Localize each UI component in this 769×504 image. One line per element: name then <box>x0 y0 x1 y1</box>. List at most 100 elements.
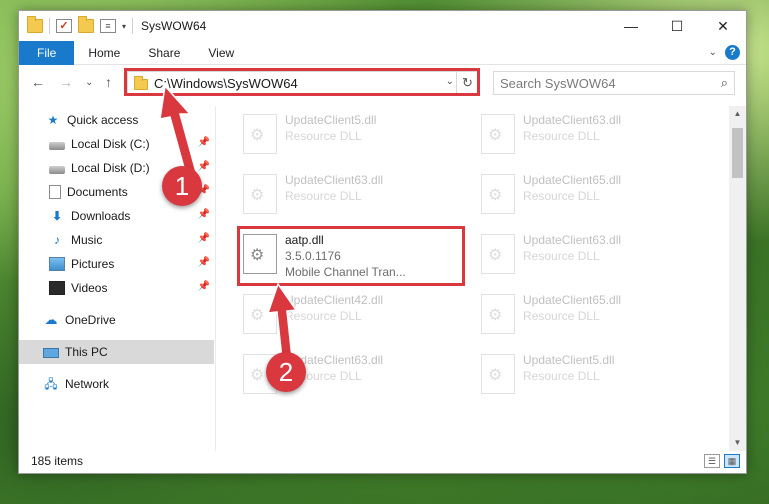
network-icon: 🖧 <box>44 377 58 391</box>
folder-icon <box>27 16 43 33</box>
search-input[interactable]: Search SysWOW64 ⌕ <box>493 71 735 95</box>
address-bar[interactable]: C:\Windows\SysWOW64 ⌄ ↻ <box>127 71 479 95</box>
scroll-thumb[interactable] <box>732 128 743 178</box>
file-name: UpdateClient5.dll <box>285 113 377 127</box>
drive-icon <box>49 165 65 174</box>
tiles-view-icon[interactable]: ▦ <box>724 454 740 468</box>
this-pc-icon <box>43 348 59 358</box>
ribbon-controls: ⌄ ? <box>709 45 740 60</box>
vertical-scrollbar[interactable]: ▲ ▼ <box>729 106 746 451</box>
title-bar: ✓ ≡ ▾ SysWOW64 — ☐ ✕ <box>19 11 746 41</box>
minimize-button[interactable]: — <box>608 11 654 41</box>
file-tile[interactable]: UpdateClient65.dll Resource DLL <box>477 290 697 342</box>
file-tile[interactable]: UpdateClient5.dll Resource DLL <box>239 110 459 162</box>
sidebar-item-local-disk-c[interactable]: Local Disk (C:) 📌 <box>19 132 214 156</box>
pin-icon[interactable]: 📌 <box>198 161 210 172</box>
file-name: UpdateClient63.dll <box>285 173 384 187</box>
file-description: Resource DLL <box>523 309 600 323</box>
sidebar-item-label: OneDrive <box>65 313 116 327</box>
file-tile[interactable]: UpdateClient5.dll Resource DLL <box>477 350 697 402</box>
downloads-icon: ⬇ <box>51 209 63 223</box>
ribbon-tabs: File Home Share View ⌄ ? <box>19 40 746 65</box>
file-tile[interactable]: UpdateClient63.dll Resource DLL <box>239 170 459 222</box>
music-icon: ♪ <box>54 233 60 247</box>
file-tile[interactable]: UpdateClient42.dll Resource DLL <box>239 290 459 342</box>
sidebar-item-onedrive[interactable]: ☁ OneDrive <box>19 308 214 332</box>
sidebar-item-label: Quick access <box>67 113 139 127</box>
search-icon[interactable]: ⌕ <box>721 75 728 91</box>
tab-view[interactable]: View <box>194 41 248 65</box>
forward-button[interactable]: → <box>59 74 73 90</box>
sidebar-item-label: This PC <box>65 345 108 359</box>
tab-file[interactable]: File <box>19 40 75 65</box>
videos-icon <box>49 281 65 295</box>
dll-file-icon <box>481 114 515 154</box>
file-description: Resource DLL <box>523 369 600 383</box>
file-description: Resource DLL <box>285 369 362 383</box>
sidebar-item-label: Music <box>71 233 103 247</box>
file-description: Resource DLL <box>285 309 362 323</box>
file-name: UpdateClient63.dll <box>523 113 622 127</box>
file-tile[interactable]: UpdateClient63.dll Resource DLL <box>239 350 459 402</box>
sidebar-item-music[interactable]: ♪ Music 📌 <box>19 228 214 252</box>
file-list: UpdateClient5.dll Resource DLL UpdateCli… <box>219 106 731 451</box>
status-bar: 185 items ☰ ▦ <box>19 449 746 473</box>
file-description: Mobile Channel Tran... <box>285 265 406 279</box>
sidebar-item-videos[interactable]: Videos 📌 <box>19 276 214 300</box>
pin-icon[interactable]: 📌 <box>198 281 210 292</box>
sidebar-item-pictures[interactable]: Pictures 📌 <box>19 252 214 276</box>
tab-home[interactable]: Home <box>74 41 134 65</box>
sidebar-item-this-pc[interactable]: This PC <box>19 340 214 364</box>
dll-file-icon <box>481 294 515 334</box>
pin-icon[interactable]: 📌 <box>198 257 210 268</box>
address-path[interactable]: C:\Windows\SysWOW64 <box>154 76 298 91</box>
dll-file-icon <box>243 354 277 394</box>
view-toggle: ☰ ▦ <box>704 454 740 468</box>
file-description: Resource DLL <box>523 129 600 143</box>
file-description: Resource DLL <box>523 249 600 263</box>
details-view-icon[interactable]: ☰ <box>704 454 720 468</box>
pin-icon[interactable]: 📌 <box>198 209 210 220</box>
sidebar-item-quick-access[interactable]: ★ Quick access <box>19 108 214 132</box>
file-description: Resource DLL <box>285 129 362 143</box>
file-name: UpdateClient65.dll <box>523 173 622 187</box>
dll-file-icon <box>481 234 515 274</box>
customize-icon[interactable]: ≡ <box>100 19 116 33</box>
pin-icon[interactable]: 📌 <box>198 185 210 196</box>
sidebar-item-downloads[interactable]: ⬇ Downloads 📌 <box>19 204 214 228</box>
refresh-button[interactable]: ↻ <box>456 72 478 94</box>
maximize-button[interactable]: ☐ <box>654 11 700 41</box>
tab-share[interactable]: Share <box>134 41 194 65</box>
recent-locations-icon[interactable]: ⌄ <box>85 77 93 88</box>
sidebar-item-network[interactable]: 🖧 Network <box>19 372 214 396</box>
qat-dropdown-icon[interactable]: ▾ <box>122 22 126 31</box>
dll-file-icon <box>481 354 515 394</box>
star-icon: ★ <box>47 113 59 127</box>
help-icon[interactable]: ? <box>725 45 740 60</box>
sidebar-item-documents[interactable]: Documents 📌 <box>19 180 214 204</box>
pin-icon[interactable]: 📌 <box>198 137 210 148</box>
file-description: Resource DLL <box>285 189 362 203</box>
dll-file-icon <box>243 114 277 154</box>
file-explorer-window: ✓ ≡ ▾ SysWOW64 — ☐ ✕ File Home Share Vie… <box>18 10 747 474</box>
file-name: UpdateClient65.dll <box>523 293 622 307</box>
title-separator <box>132 18 134 34</box>
file-tile-aatp[interactable]: aatp.dll 3.5.0.1176 Mobile Channel Tran.… <box>239 230 459 286</box>
new-folder-icon[interactable] <box>78 16 94 33</box>
qat-separator <box>49 18 50 34</box>
sidebar-item-label: Pictures <box>71 257 115 271</box>
scroll-up-icon[interactable]: ▲ <box>729 106 746 122</box>
file-tile[interactable]: UpdateClient65.dll Resource DLL <box>477 170 697 222</box>
ribbon-expand-icon[interactable]: ⌄ <box>709 47 717 58</box>
close-button[interactable]: ✕ <box>700 11 746 41</box>
file-tile[interactable]: UpdateClient63.dll Resource DLL <box>477 110 697 162</box>
up-button[interactable]: ↑ <box>105 74 112 90</box>
pin-icon[interactable]: 📌 <box>198 233 210 244</box>
drive-icon <box>49 141 65 150</box>
back-button[interactable]: ← <box>31 74 45 90</box>
properties-check-icon[interactable]: ✓ <box>56 19 72 33</box>
sidebar-item-local-disk-d[interactable]: Local Disk (D:) 📌 <box>19 156 214 180</box>
window-title: SysWOW64 <box>141 19 207 33</box>
address-dropdown-icon[interactable]: ⌄ <box>446 76 454 87</box>
file-tile[interactable]: UpdateClient63.dll Resource DLL <box>477 230 697 282</box>
